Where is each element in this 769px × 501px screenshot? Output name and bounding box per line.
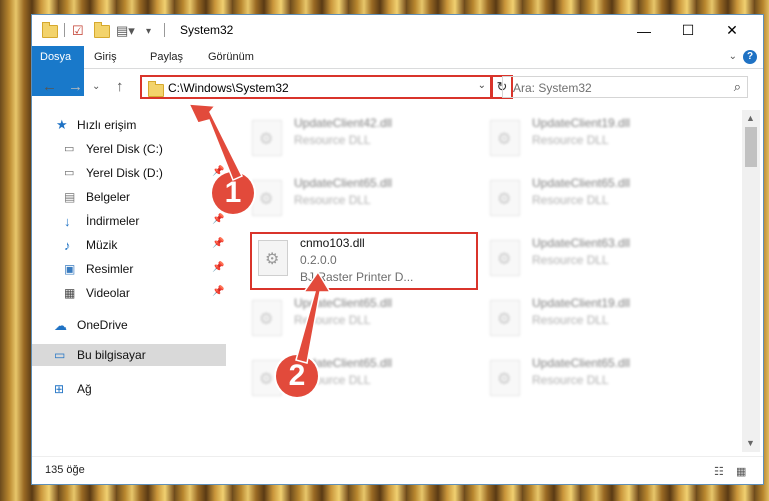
step-2-arrow	[295, 270, 332, 364]
step-1-arrow	[187, 103, 244, 182]
callout-arrows	[187, 103, 332, 364]
